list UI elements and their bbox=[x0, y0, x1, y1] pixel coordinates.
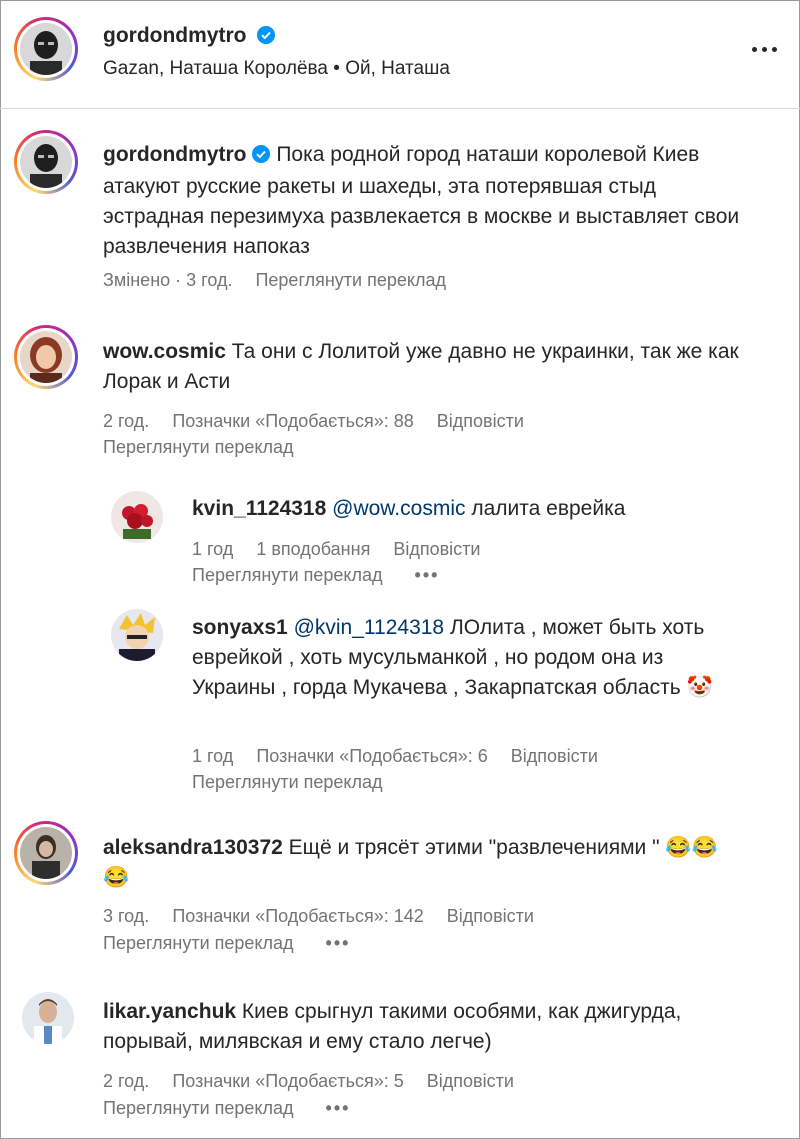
comment-translate-row: Переглянути переклад bbox=[103, 437, 312, 458]
comment-wow-cosmic: wow.cosmic Та они с Лолитой уже давно не… bbox=[103, 337, 763, 397]
reply-meta: 1 год 1 вподобання Відповісти bbox=[192, 539, 498, 560]
comment-translate-row: Переглянути переклад ••• bbox=[103, 933, 368, 954]
reply-sonyaxs1: sonyaxs1 @kvin_1124318 ЛОлита , может бы… bbox=[192, 613, 752, 703]
header-user: gordondmytro bbox=[103, 24, 275, 49]
comment-username[interactable]: aleksandra130372 bbox=[103, 836, 283, 859]
reply-translate-link[interactable]: Переглянути переклад bbox=[192, 772, 383, 792]
comment-username[interactable]: likar.yanchuk bbox=[103, 1000, 236, 1023]
comment-translate-link[interactable]: Переглянути переклад bbox=[103, 933, 294, 953]
more-options-icon[interactable]: ••• bbox=[326, 1098, 351, 1118]
woman-portrait bbox=[20, 827, 72, 879]
roses-image bbox=[111, 491, 163, 543]
comment-meta: 3 год. Позначки «Подобається»: 142 Відпо… bbox=[103, 906, 552, 927]
comment-time: 2 год. bbox=[103, 1071, 150, 1091]
comment-translate-link[interactable]: Переглянути переклад bbox=[103, 437, 294, 457]
reply-translate-row: Переглянути переклад bbox=[192, 772, 401, 793]
more-options-icon[interactable]: ••• bbox=[326, 933, 351, 953]
comment-time: 2 год. bbox=[103, 411, 150, 431]
audio-track[interactable]: Gazan, Наташа Королёва • Ой, Наташа bbox=[103, 58, 450, 80]
reply-text: лалита еврейка bbox=[471, 497, 626, 520]
header-username[interactable]: gordondmytro bbox=[103, 24, 246, 47]
reply-avatar-kvin[interactable] bbox=[111, 491, 163, 543]
doctor-portrait bbox=[22, 992, 74, 1044]
reply-button[interactable]: Відповісти bbox=[427, 1071, 514, 1091]
reply-mention[interactable]: @kvin_1124318 bbox=[294, 616, 445, 639]
caption: gordondmytro Пока родной город наташи ко… bbox=[103, 140, 753, 262]
author-avatar[interactable] bbox=[14, 17, 78, 81]
verified-badge-icon bbox=[256, 26, 275, 49]
reply-button[interactable]: Відповісти bbox=[511, 746, 598, 766]
reply-time: 1 год bbox=[192, 746, 234, 766]
caption-meta: Змінено · 3 год. Переглянути переклад bbox=[103, 270, 464, 291]
reply-button[interactable]: Відповісти bbox=[437, 411, 524, 431]
verified-badge-icon bbox=[252, 142, 271, 172]
more-options-icon[interactable] bbox=[752, 34, 782, 64]
reply-likes-link[interactable]: 1 вподобання bbox=[256, 539, 370, 559]
comment-username[interactable]: wow.cosmic bbox=[103, 340, 226, 363]
reply-translate-row: Переглянути переклад ••• bbox=[192, 565, 457, 586]
caption-translate-link[interactable]: Переглянути переклад bbox=[255, 270, 446, 290]
reply-avatar-sonyaxs1[interactable] bbox=[111, 609, 163, 661]
comment-meta: 2 год. Позначки «Подобається»: 88 Відпов… bbox=[103, 411, 542, 432]
caption-username[interactable]: gordondmytro bbox=[103, 143, 246, 166]
reply-kvin: kvin_1124318 @wow.cosmic лалита еврейка bbox=[192, 494, 772, 524]
reply-username[interactable]: kvin_1124318 bbox=[192, 497, 326, 520]
reply-button[interactable]: Відповісти bbox=[393, 539, 480, 559]
more-options-icon[interactable]: ••• bbox=[415, 565, 440, 585]
comment-likes-link[interactable]: Позначки «Подобається»: 5 bbox=[172, 1071, 403, 1091]
reply-translate-link[interactable]: Переглянути переклад bbox=[192, 565, 383, 585]
comment-likes-link[interactable]: Позначки «Подобається»: 142 bbox=[172, 906, 423, 926]
comment-avatar-likar[interactable] bbox=[22, 992, 74, 1044]
woman-portrait bbox=[20, 331, 72, 383]
reply-meta: 1 год Позначки «Подобається»: 6 Відповіс… bbox=[192, 746, 616, 767]
comment-translate-row: Переглянути переклад ••• bbox=[103, 1098, 368, 1119]
post-header: gordondmytro Gazan, Наташа Королёва • Ой… bbox=[0, 0, 800, 109]
bald-man-portrait bbox=[20, 136, 72, 188]
comment-time: 3 год. bbox=[103, 906, 150, 926]
comment-translate-link[interactable]: Переглянути переклад bbox=[103, 1098, 294, 1118]
anime-character-image bbox=[111, 609, 163, 661]
reply-button[interactable]: Відповісти bbox=[447, 906, 534, 926]
comment-likar: likar.yanchuk Киев срыгнул такими особям… bbox=[103, 997, 743, 1057]
caption-avatar[interactable] bbox=[14, 130, 78, 194]
reply-mention[interactable]: @wow.cosmic bbox=[332, 497, 465, 520]
comment-meta: 2 год. Позначки «Подобається»: 5 Відпові… bbox=[103, 1071, 532, 1092]
comment-avatar-wow-cosmic[interactable] bbox=[14, 325, 78, 389]
comment-avatar-aleksandra[interactable] bbox=[14, 821, 78, 885]
comment-likes-link[interactable]: Позначки «Подобається»: 88 bbox=[172, 411, 413, 431]
reply-likes-link[interactable]: Позначки «Подобається»: 6 bbox=[256, 746, 487, 766]
comment-aleksandra: aleksandra130372 Ещё и трясёт этими "раз… bbox=[103, 833, 743, 893]
reply-username[interactable]: sonyaxs1 bbox=[192, 616, 288, 639]
bald-man-portrait bbox=[20, 23, 72, 75]
reply-time: 1 год bbox=[192, 539, 234, 559]
caption-edited: Змінено · 3 год. bbox=[103, 270, 233, 290]
